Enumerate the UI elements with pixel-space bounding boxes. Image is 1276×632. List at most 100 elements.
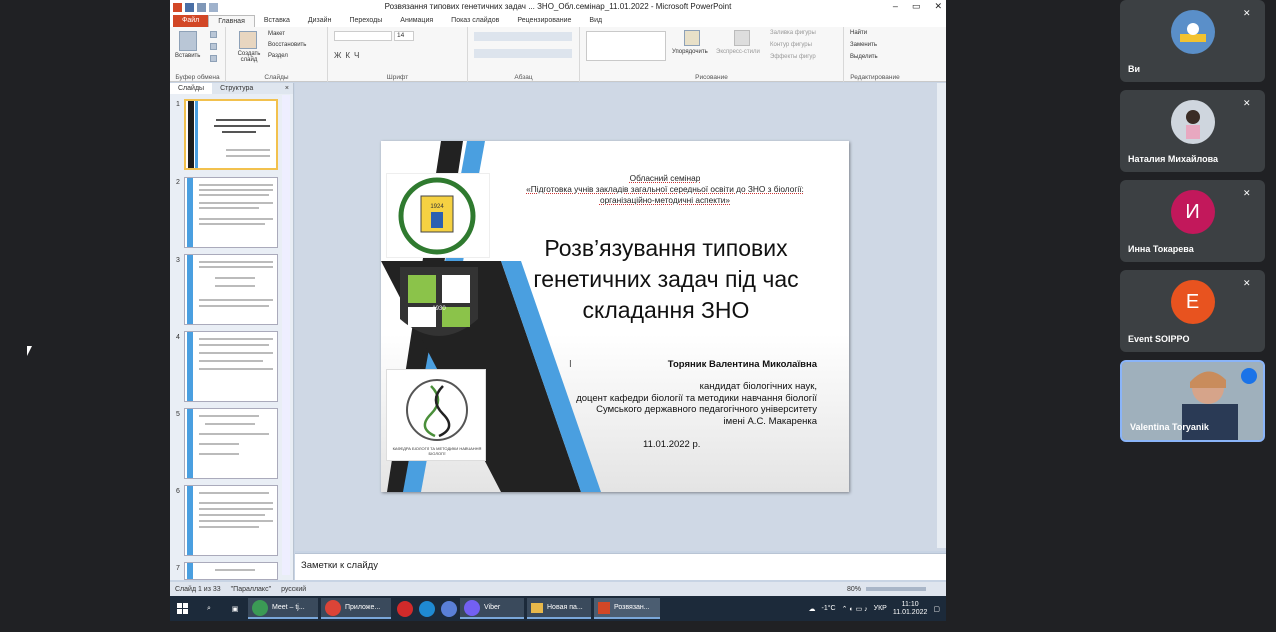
- taskbar-app-powerpoint[interactable]: Розвязан...: [594, 598, 660, 619]
- tab-outline[interactable]: Структура: [212, 83, 261, 94]
- slide-thumbnail-5[interactable]: [184, 408, 278, 479]
- tab-slideshow[interactable]: Показ слайдов: [442, 15, 508, 27]
- tab-home[interactable]: Главная: [208, 15, 255, 27]
- maximize-icon[interactable]: ▭: [912, 1, 921, 12]
- font-style-buttons[interactable]: ЖКЧ: [334, 51, 363, 60]
- slide-thumbnail-4[interactable]: [184, 331, 278, 402]
- drawing-label: Рисование: [695, 74, 728, 81]
- theme-name: "Параллакс": [230, 585, 272, 593]
- participant-tile[interactable]: ✕ И Инна Токарева: [1120, 180, 1265, 262]
- edge-icon[interactable]: [416, 598, 438, 620]
- app-label: Viber: [484, 604, 501, 611]
- select-button[interactable]: Выделить: [850, 54, 878, 60]
- slide-canvas[interactable]: 1924 1930 КАФЕДРА БІОЛОГІЇ ТА МЕТОДИКИ Н…: [381, 141, 849, 492]
- tab-design[interactable]: Дизайн: [299, 15, 341, 27]
- tray-icons[interactable]: ⌃ ◐ ▭ ♪: [842, 605, 868, 613]
- minimize-icon[interactable]: –: [893, 1, 898, 12]
- mic-muted-icon: ✕: [1243, 8, 1251, 18]
- taskbar-app-viber[interactable]: Viber: [460, 598, 524, 619]
- font-name-field[interactable]: [334, 31, 392, 41]
- slide-number: 2: [176, 179, 180, 186]
- input-language[interactable]: УКР: [874, 605, 887, 612]
- slide-thumbnail-7[interactable]: [184, 562, 278, 580]
- quick-styles-icon[interactable]: [734, 30, 750, 46]
- faculty-emblem: 1930: [390, 259, 488, 353]
- taskbar-app-meet[interactable]: Meet – tj...: [248, 598, 318, 619]
- tab-review[interactable]: Рецензирование: [508, 15, 580, 27]
- opera-icon[interactable]: [394, 598, 416, 620]
- tab-slides[interactable]: Слайды: [170, 83, 213, 94]
- drawing-group: Упорядочить Экспресс-стили Заливка фигур…: [580, 27, 844, 82]
- slide-thumbnail-2[interactable]: [184, 177, 278, 248]
- tab-insert[interactable]: Вставка: [255, 15, 299, 27]
- font-size-field[interactable]: 14: [394, 31, 414, 41]
- clock[interactable]: 11:10 11.01.2022: [893, 601, 928, 617]
- start-button[interactable]: [170, 598, 196, 619]
- panel-scrollbar[interactable]: [282, 95, 290, 575]
- notes-pane[interactable]: Заметки к слайду: [295, 553, 946, 580]
- cut-icon[interactable]: [210, 31, 217, 38]
- participant-tile[interactable]: ✕ Ви: [1120, 0, 1265, 82]
- app-label: Meet – tj...: [272, 604, 305, 611]
- arrange-button[interactable]: Упорядочить: [672, 49, 708, 55]
- reset-button[interactable]: Восстановить: [268, 42, 306, 48]
- task-view-icon[interactable]: ▣: [222, 598, 248, 619]
- slide-number: 3: [176, 257, 180, 264]
- zoom-slider[interactable]: [866, 587, 926, 591]
- avatar: И: [1170, 190, 1215, 234]
- chrome-icon: [325, 599, 341, 616]
- search-icon[interactable]: ⌕: [196, 598, 222, 619]
- layout-button[interactable]: Макет: [268, 31, 285, 37]
- slide-thumbnail-6[interactable]: [184, 485, 278, 556]
- format-painter-icon[interactable]: [210, 55, 217, 62]
- shapes-gallery[interactable]: [586, 31, 666, 61]
- new-slide-button[interactable]: Создать слайд: [234, 51, 264, 63]
- logo-year: 1924: [430, 204, 444, 210]
- participant-name: Инна Токарева: [1128, 244, 1194, 254]
- panel-tabs: Слайды Структура ×: [170, 83, 293, 94]
- shape-fill-button[interactable]: Заливка фигуры: [770, 30, 816, 36]
- slide-thumbnail-3[interactable]: [184, 254, 278, 325]
- taskbar-app-chrome[interactable]: Приложе...: [321, 598, 391, 619]
- close-panel-icon[interactable]: ×: [281, 83, 293, 94]
- browser-icon[interactable]: [438, 598, 460, 620]
- editing-group: Найти Заменить Выделить Редактирование: [844, 27, 906, 82]
- slide-number: 6: [176, 488, 180, 495]
- slide-thumbnail-1[interactable]: [184, 99, 278, 170]
- window-title: Розвязання типових генетичних задач ... …: [384, 2, 732, 11]
- paste-icon[interactable]: [179, 31, 197, 51]
- arrange-icon[interactable]: [684, 30, 700, 46]
- copy-icon[interactable]: [210, 43, 217, 50]
- find-button[interactable]: Найти: [850, 30, 867, 36]
- shape-outline-button[interactable]: Контур фигуры: [770, 42, 812, 48]
- paste-button[interactable]: Вставить: [175, 53, 200, 59]
- align-icons[interactable]: [474, 49, 572, 58]
- tab-transitions[interactable]: Переходы: [340, 15, 391, 27]
- editor-scrollbar[interactable]: [937, 83, 946, 548]
- taskbar-app-folder[interactable]: Новая па...: [527, 598, 591, 619]
- ribbon-tabs: Файл Главная Вставка Дизайн Переходы Ани…: [170, 14, 946, 27]
- replace-button[interactable]: Заменить: [850, 42, 877, 48]
- notes-placeholder: Заметки к слайду: [301, 560, 378, 571]
- zoom-level[interactable]: 80%: [842, 586, 866, 593]
- desc-line: Сумського державного педагогічного уніве…: [596, 404, 817, 416]
- shape-effects-button[interactable]: Эффекты фигур: [770, 54, 816, 60]
- department-logo: КАФЕДРА БІОЛОГІЇ ТА МЕТОДИКИ НАВЧАННЯ БІ…: [386, 369, 486, 461]
- participant-tile[interactable]: ✕ Наталия Михайлова: [1120, 90, 1265, 172]
- quick-styles-button[interactable]: Экспресс-стили: [716, 49, 760, 55]
- tab-view[interactable]: Вид: [580, 15, 611, 27]
- desc-line: доцент кафедри біології та методики навч…: [576, 392, 817, 404]
- department-caption: КАФЕДРА БІОЛОГІЇ ТА МЕТОДИКИ НАВЧАННЯ БІ…: [392, 446, 482, 456]
- tab-file[interactable]: Файл: [173, 15, 209, 27]
- section-button[interactable]: Раздел: [268, 53, 288, 59]
- participant-tile[interactable]: ✕ E Event SOIPPO: [1120, 270, 1265, 352]
- clock-date: 11.01.2022: [892, 608, 928, 616]
- close-icon[interactable]: ✕: [934, 1, 942, 12]
- tab-animation[interactable]: Анимация: [391, 15, 442, 27]
- participant-tile-speaking[interactable]: Valentina Toryanik: [1120, 360, 1265, 442]
- desc-line: імені А.С. Макаренка: [723, 415, 817, 427]
- new-slide-icon[interactable]: [239, 31, 257, 49]
- list-icons[interactable]: [474, 32, 572, 41]
- slide-number: 1: [176, 101, 180, 108]
- notifications-icon[interactable]: ▢: [933, 605, 940, 613]
